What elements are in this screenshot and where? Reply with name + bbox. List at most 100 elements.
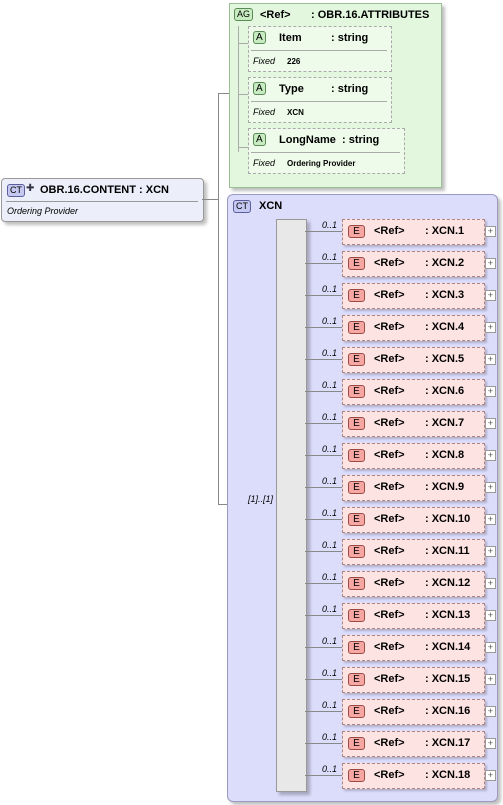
attribute-name: Type xyxy=(279,83,304,95)
element-node[interactable]: E <Ref>: XCN.8 xyxy=(342,443,485,469)
root-connector xyxy=(202,199,218,200)
element-ref: <Ref> xyxy=(374,417,405,429)
expand-plus-icon[interactable]: + xyxy=(485,578,496,589)
element-connector xyxy=(305,423,342,424)
expand-plus-icon[interactable]: + xyxy=(485,546,496,557)
fixed-label: Fixed xyxy=(253,56,276,66)
expand-plus-icon[interactable]: + xyxy=(485,386,496,397)
element-badge: E xyxy=(348,577,365,590)
fixed-label: Fixed xyxy=(253,158,276,168)
element-node[interactable]: E <Ref>: XCN.16 xyxy=(342,699,485,725)
element-ref: <Ref> xyxy=(374,449,405,461)
expand-plus-icon[interactable]: + xyxy=(485,258,496,269)
element-name: : XCN.16 xyxy=(425,705,471,717)
element-node[interactable]: E <Ref> : XCN.5 xyxy=(342,347,485,373)
element-badge: E xyxy=(348,353,365,366)
element-node[interactable]: E <Ref>: XCN.10 xyxy=(342,507,485,533)
attribute-badge: A xyxy=(253,82,266,95)
expand-plus-icon[interactable]: + xyxy=(485,770,496,781)
expand-plus-icon[interactable]: + xyxy=(485,738,496,749)
element-node[interactable]: E <Ref>: XCN.11 xyxy=(342,539,485,565)
element-node[interactable]: E <Ref>: XCN.4 xyxy=(342,315,485,341)
element-node[interactable]: E <Ref> : XCN.7 xyxy=(342,411,485,437)
element-node[interactable]: E <Ref>: XCN.9 xyxy=(342,475,485,501)
element-name: : XCN.9 xyxy=(425,481,465,493)
element-multiplicity: 0..1 xyxy=(322,348,338,358)
element-name: : XCN.11 xyxy=(425,545,470,557)
element-ref: <Ref> xyxy=(374,673,405,685)
element-node[interactable]: E <Ref>: XCN.14 xyxy=(342,635,485,661)
expand-plus-icon[interactable]: + xyxy=(485,226,496,237)
element-name: : XCN.5 xyxy=(425,353,465,365)
expand-plus-icon[interactable]: + xyxy=(485,290,496,301)
element-name: : XCN.12 xyxy=(425,577,471,589)
element-ref: <Ref> xyxy=(374,257,405,269)
expand-plus-icon[interactable]: + xyxy=(485,418,496,429)
element-badge: E xyxy=(348,417,365,430)
element-connector xyxy=(305,455,342,456)
element-badge: E xyxy=(348,257,365,270)
element-connector xyxy=(305,231,342,232)
element-badge: E xyxy=(348,321,365,334)
element-ref: <Ref> xyxy=(374,353,405,365)
attribute-group-badge: AG xyxy=(234,8,254,21)
element-badge: E xyxy=(348,481,365,494)
element-connector xyxy=(305,391,342,392)
attribute-type: : string xyxy=(331,32,369,44)
expand-plus-icon[interactable]: + xyxy=(485,642,496,653)
attribute-type-field[interactable]: A Type : string Fixed XCN xyxy=(248,77,392,123)
element-badge: E xyxy=(348,513,365,526)
element-multiplicity: 0..1 xyxy=(322,700,338,710)
element-multiplicity: 0..1 xyxy=(322,412,338,422)
root-node[interactable]: CT ✚ OBR.16.CONTENT : XCN Ordering Provi… xyxy=(1,178,204,222)
expand-plus-icon[interactable]: + xyxy=(485,354,496,365)
element-node[interactable]: E <Ref>: XCN.6 xyxy=(342,379,485,405)
expand-plus-icon[interactable]: + xyxy=(485,450,496,461)
expand-plus-icon[interactable]: + xyxy=(485,610,496,621)
attribute-divider xyxy=(251,101,387,102)
element-node[interactable]: E <Ref> : XCN.2 xyxy=(342,251,485,277)
element-node[interactable]: E <Ref>: XCN.3 xyxy=(342,283,485,309)
expand-plus-icon[interactable]: + xyxy=(485,514,496,525)
attribute-longname[interactable]: A LongName : string Fixed Ordering Provi… xyxy=(248,128,405,174)
element-name: : XCN.18 xyxy=(425,769,471,781)
element-name: : XCN.2 xyxy=(425,257,465,269)
attribute-badge: A xyxy=(253,31,266,44)
element-multiplicity: 0..1 xyxy=(322,444,338,454)
element-connector xyxy=(305,647,342,648)
attribute-name: Item xyxy=(279,32,302,44)
expand-plus-icon[interactable]: + xyxy=(485,482,496,493)
element-multiplicity: 0..1 xyxy=(322,540,338,550)
element-multiplicity: 0..1 xyxy=(322,764,338,774)
element-badge: E xyxy=(348,673,365,686)
attribute-item[interactable]: A Item : string Fixed 226 xyxy=(248,26,392,72)
fixed-value: Ordering Provider xyxy=(287,159,356,168)
attribute-divider xyxy=(251,152,400,153)
fixed-value: 226 xyxy=(287,57,301,66)
element-multiplicity: 0..1 xyxy=(322,380,338,390)
attribute-branch xyxy=(238,147,248,148)
element-node[interactable]: E <Ref>: XCN.12 xyxy=(342,571,485,597)
expand-plus-icon[interactable]: + xyxy=(485,706,496,717)
element-node[interactable]: E <Ref>: XCN.18 xyxy=(342,763,485,789)
attribute-type: : string xyxy=(331,83,369,95)
element-connector xyxy=(305,551,342,552)
element-name: : XCN.17 xyxy=(425,737,471,749)
expand-plus-icon[interactable]: + xyxy=(485,674,496,685)
element-connector xyxy=(305,295,342,296)
element-name: : XCN.3 xyxy=(425,289,465,301)
element-name: : XCN.7 xyxy=(425,417,465,429)
element-badge: E xyxy=(348,449,365,462)
element-node[interactable]: E <Ref>: XCN.15 xyxy=(342,667,485,693)
element-ref: <Ref> xyxy=(374,513,405,525)
attribute-divider xyxy=(251,50,387,51)
element-multiplicity: 0..1 xyxy=(322,508,338,518)
element-node[interactable]: E <Ref>: XCN.17 xyxy=(342,731,485,757)
element-node[interactable]: E <Ref>: XCN.13 xyxy=(342,603,485,629)
element-node[interactable]: E <Ref>: XCN.1 xyxy=(342,219,485,245)
element-connector xyxy=(305,775,342,776)
expand-plus-icon[interactable]: + xyxy=(485,322,496,333)
element-badge: E xyxy=(348,705,365,718)
element-multiplicity: 0..1 xyxy=(322,476,338,486)
element-connector xyxy=(305,711,342,712)
